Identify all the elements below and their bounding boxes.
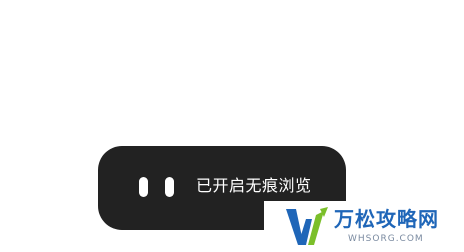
watermark-subtitle: WHSORG.COM: [348, 234, 424, 244]
toast-message: 已开启无痕浏览: [196, 176, 312, 195]
screen: 已开启无痕浏览 万松攻略网 WHSORG.COM: [0, 0, 464, 252]
incognito-icon: [139, 177, 174, 197]
w-logo-icon: [286, 207, 328, 245]
watermark-title: 万松攻略网: [334, 207, 439, 231]
